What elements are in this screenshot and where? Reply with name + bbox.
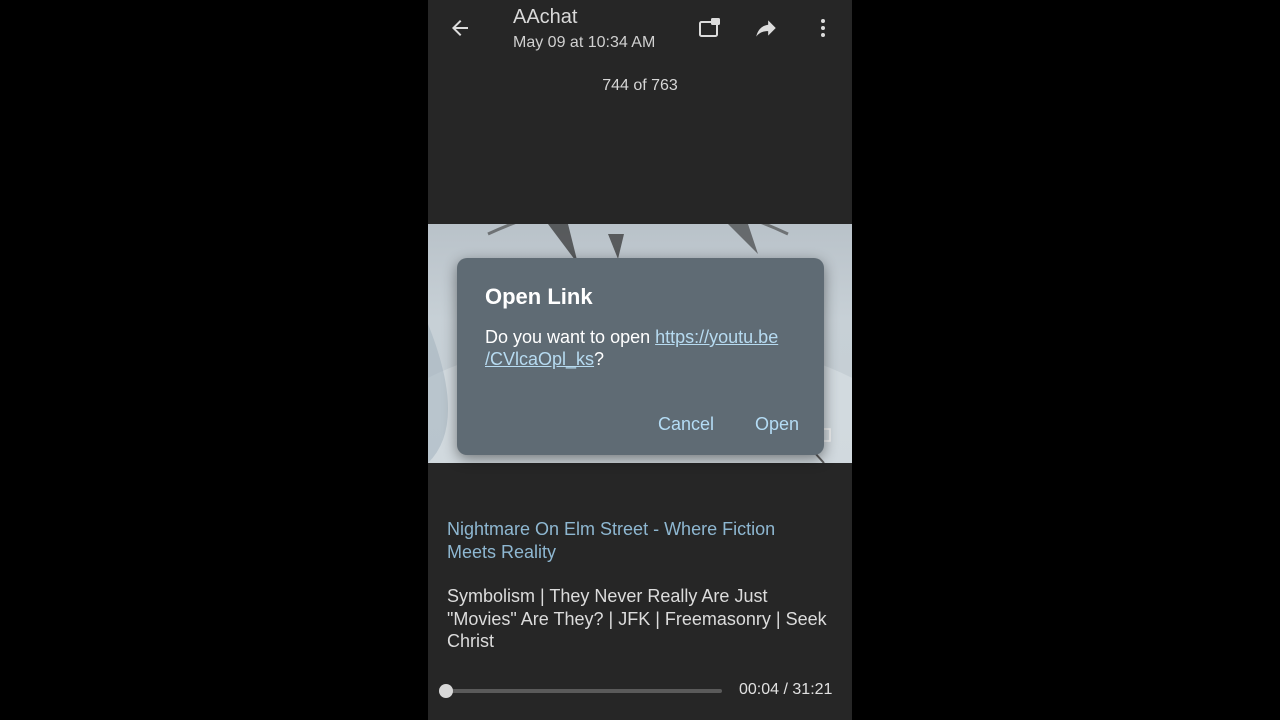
total-duration: 31:21 [792,681,833,698]
top-app-bar: AAchat May 09 at 10:34 AM [428,0,852,60]
back-arrow-icon [452,20,468,36]
link-preview-title[interactable]: Nightmare On Elm Street - Where Fiction … [447,518,827,564]
open-link-dialog: Open Link Do you want to open https://yo… [457,258,824,455]
chat-title: AAchat [513,6,578,28]
open-button[interactable]: Open [755,414,799,435]
seek-thumb[interactable] [438,684,453,698]
media-counter: 744 of 763 [602,77,678,94]
open-in-chat-button[interactable] [692,10,728,46]
link-preview-description: Symbolism | They Never Really Are Just "… [447,586,827,651]
playback-time: 00:04 / 31:21 [739,681,832,699]
back-button[interactable] [442,10,478,46]
more-vert-icon [821,19,825,37]
more-options-button[interactable] [805,10,841,46]
dialog-prompt: Do you want to open [485,327,656,347]
dialog-link-part-1: https://youtu.be [655,327,779,347]
time-separator: / [779,681,793,698]
message-date: May 09 at 10:34 AM [513,34,656,51]
seek-bar[interactable] [438,684,722,698]
viewer-screen: AAchat May 09 at 10:34 AM 744 of 763 Ope… [428,0,852,720]
dialog-link-part-2: /CVlcaOpl_ks [485,349,595,369]
current-time: 00:04 [739,681,780,698]
forward-icon [756,20,776,37]
share-to-app-icon [699,18,720,37]
dialog-suffix: ? [594,349,605,369]
dialog-message: Do you want to open https://youtu.be/CVl… [485,326,805,370]
dialog-title: Open Link [485,284,593,309]
cancel-button[interactable]: Cancel [658,414,714,435]
forward-button[interactable] [748,10,784,46]
